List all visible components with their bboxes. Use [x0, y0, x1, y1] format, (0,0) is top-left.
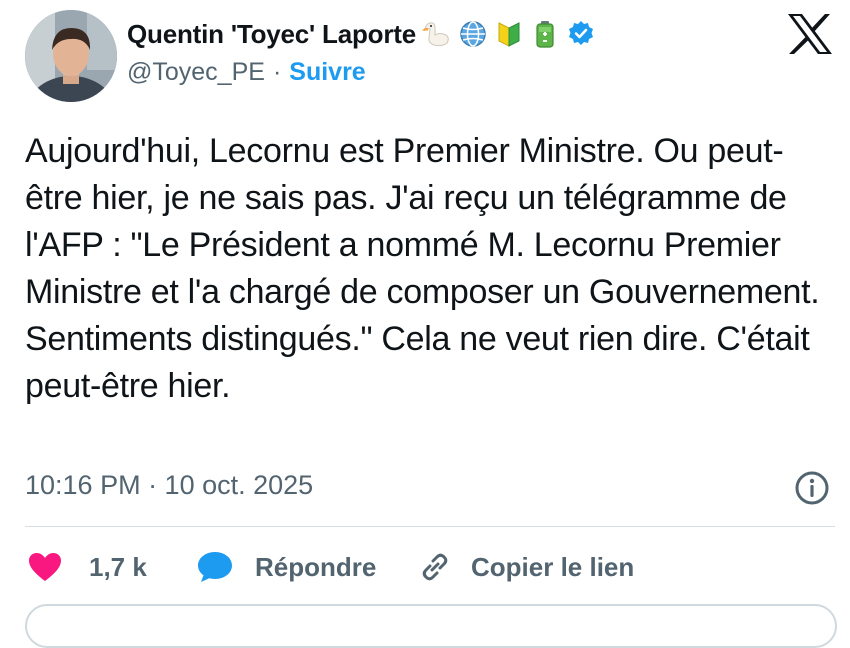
author-handle-row: @Toyec_PE · Suivre	[127, 58, 366, 87]
beginner-badge-emoji-icon	[494, 19, 524, 49]
divider	[25, 526, 835, 527]
tweet-timestamp[interactable]: 10:16 PM · 10 oct. 2025	[25, 470, 313, 501]
avatar-image	[25, 10, 117, 102]
author-handle[interactable]: @Toyec_PE	[127, 58, 265, 87]
info-icon[interactable]	[794, 470, 830, 506]
like-count: 1,7 k	[89, 551, 147, 582]
reply-label: Répondre	[255, 551, 377, 582]
tweet-actions-bar: 1,7 k Répondre Copier le lien	[25, 545, 634, 589]
follow-button[interactable]: Suivre	[289, 58, 365, 87]
link-icon	[415, 547, 455, 587]
x-logo-icon[interactable]	[786, 12, 834, 56]
copy-link-button[interactable]: Copier le lien	[415, 547, 634, 587]
tweet-card: Quentin 'Toyec' Laporte @Toyec_PE · Suiv…	[0, 0, 850, 648]
heart-icon	[25, 547, 65, 587]
author-display-name[interactable]: Quentin 'Toyec' Laporte	[127, 19, 416, 50]
globe-emoji-icon	[458, 19, 488, 49]
like-button[interactable]: 1,7 k	[25, 547, 195, 587]
author-name-row: Quentin 'Toyec' Laporte	[127, 16, 596, 52]
tweet-text: Aujourd'hui, Lecornu est Premier Ministr…	[25, 132, 820, 405]
avatar[interactable]	[25, 10, 117, 102]
speech-bubble-icon	[195, 547, 235, 587]
handle-separator: ·	[272, 58, 282, 86]
battery-emoji-icon	[530, 19, 560, 49]
read-replies-button[interactable]	[25, 604, 837, 648]
copy-link-label: Copier le lien	[471, 551, 635, 582]
verified-badge-icon	[566, 19, 596, 49]
reply-button[interactable]: Répondre	[195, 547, 415, 587]
goose-emoji-icon	[421, 19, 452, 49]
